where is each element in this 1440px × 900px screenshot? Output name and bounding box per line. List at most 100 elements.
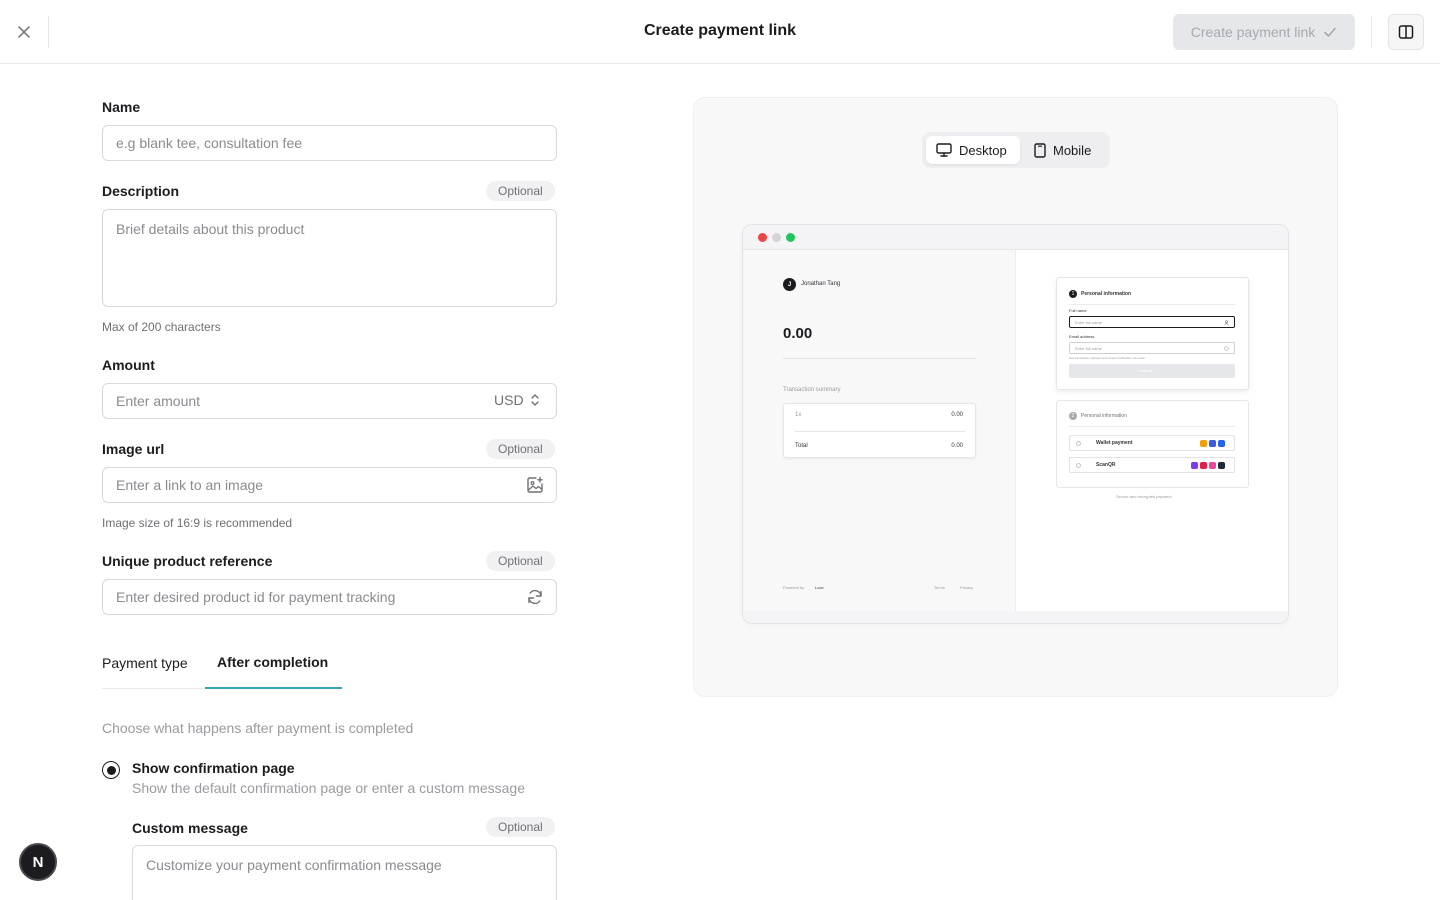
description-textarea[interactable] bbox=[102, 209, 557, 307]
window-close-dot bbox=[758, 233, 767, 242]
custom-message-label: Custom message bbox=[132, 820, 248, 836]
continue-label: Continue → bbox=[1137, 368, 1159, 373]
image-url-label: Image url bbox=[102, 441, 165, 457]
checkout-preview-browser: J Jonathan Tang 0.00 Transaction summary… bbox=[742, 224, 1289, 624]
create-payment-link-button[interactable]: Create payment link bbox=[1173, 14, 1355, 50]
monitor-icon bbox=[936, 143, 952, 157]
mail-icon bbox=[1224, 346, 1229, 351]
checkout-form-pane: 1 Personal information Full name Enter f… bbox=[1016, 250, 1288, 611]
confirmation-option-description: Show the default confirmation page or en… bbox=[132, 780, 525, 796]
header-divider bbox=[1371, 16, 1372, 48]
top-bar: Create payment link Create payment link bbox=[0, 0, 1440, 64]
currency-value: USD bbox=[494, 392, 524, 408]
browser-toolbar bbox=[743, 225, 1288, 250]
checkout-amount: 0.00 bbox=[783, 325, 813, 342]
scanqr-label: ScanQR bbox=[1096, 462, 1116, 468]
divider bbox=[1069, 304, 1235, 305]
optional-badge: Optional bbox=[486, 439, 555, 459]
divider bbox=[795, 431, 965, 432]
image-url-hint: Image size of 16:9 is recommended bbox=[102, 516, 293, 530]
scanqr-option: ScanQR bbox=[1069, 457, 1235, 473]
checkout-summary-pane: J Jonathan Tang 0.00 Transaction summary… bbox=[743, 250, 1016, 611]
ledger-icon bbox=[1218, 462, 1225, 469]
product-reference-input[interactable] bbox=[102, 579, 557, 615]
user-icon bbox=[1224, 320, 1229, 325]
wallet-label: Wallet payment bbox=[1096, 440, 1133, 446]
product-reference-label: Unique product reference bbox=[102, 553, 273, 569]
image-plus-icon bbox=[527, 476, 543, 493]
summary-title: Transaction summary bbox=[783, 387, 841, 393]
full-name-label: Full name bbox=[1069, 308, 1087, 313]
tab-payment-type[interactable]: Payment type bbox=[102, 655, 188, 671]
wallet-payment-option: Wallet payment bbox=[1069, 435, 1235, 451]
full-name-placeholder: Enter full name bbox=[1075, 320, 1102, 325]
coinbase-icon bbox=[1218, 440, 1225, 447]
step-number: 2 bbox=[1069, 412, 1077, 420]
device-toggle: Desktop Mobile bbox=[922, 132, 1110, 168]
rainbow-icon bbox=[1209, 462, 1216, 469]
divider bbox=[1069, 426, 1235, 427]
powered-by-label: Powered by bbox=[783, 585, 805, 590]
brand-logo: Loox bbox=[815, 585, 824, 590]
show-confirmation-radio[interactable] bbox=[102, 761, 120, 779]
confirmation-option-title: Show confirmation page bbox=[132, 760, 295, 776]
radio-empty bbox=[1076, 463, 1081, 468]
amount-label: Amount bbox=[102, 357, 155, 373]
generate-reference-button[interactable] bbox=[524, 586, 546, 608]
line-amount: 0.00 bbox=[951, 412, 963, 418]
create-button-label: Create payment link bbox=[1190, 24, 1316, 40]
window-maximize-dot bbox=[786, 233, 795, 242]
optional-badge: Optional bbox=[486, 551, 555, 571]
image-url-input[interactable] bbox=[102, 467, 557, 503]
currency-select[interactable]: USD bbox=[494, 392, 540, 408]
description-label: Description bbox=[102, 183, 180, 199]
custom-message-textarea[interactable] bbox=[132, 845, 557, 900]
mobile-toggle-button[interactable]: Mobile bbox=[1024, 136, 1106, 164]
phone-icon bbox=[1034, 142, 1046, 158]
optional-badge: Optional bbox=[486, 181, 555, 201]
radio-selected-dot bbox=[106, 765, 116, 775]
sidebar-panel-icon bbox=[1398, 25, 1414, 39]
check-icon bbox=[1324, 27, 1337, 37]
email-label: Email address bbox=[1069, 334, 1095, 339]
phantom-icon bbox=[1191, 462, 1198, 469]
wallet-icon bbox=[1209, 440, 1216, 447]
merchant-avatar: J bbox=[783, 278, 796, 291]
chevron-up-down-icon bbox=[530, 394, 539, 406]
add-image-button[interactable] bbox=[524, 474, 546, 496]
mobile-label: Mobile bbox=[1053, 142, 1092, 158]
name-label: Name bbox=[102, 99, 141, 115]
metamask-icon bbox=[1200, 440, 1207, 447]
summary-card: 1x 0.00 Total 0.00 bbox=[783, 403, 976, 458]
secure-note: Secure and encrypted payment bbox=[1116, 494, 1172, 499]
line-qty: 1x bbox=[795, 412, 802, 418]
terms-link: Terms bbox=[934, 585, 945, 590]
payment-method-card: 2 Personal information Wallet payment Sc… bbox=[1056, 400, 1249, 488]
active-tab-indicator bbox=[205, 687, 342, 689]
optional-badge: Optional bbox=[486, 817, 555, 837]
merchant-name: Jonathan Tang bbox=[801, 281, 841, 287]
browser-footer bbox=[743, 611, 1288, 623]
continue-button: Continue → bbox=[1069, 364, 1235, 378]
avatar-button[interactable]: N bbox=[19, 843, 57, 881]
refresh-icon bbox=[528, 589, 542, 605]
step-number: 1 bbox=[1069, 290, 1077, 298]
divider bbox=[783, 358, 976, 359]
personal-info-card: 1 Personal information Full name Enter f… bbox=[1056, 277, 1249, 390]
total-amount: 0.00 bbox=[951, 443, 963, 449]
desktop-label: Desktop bbox=[959, 142, 1007, 158]
window-minimize-dot bbox=[772, 233, 781, 242]
privacy-link: Privacy bbox=[960, 585, 974, 590]
amount-input[interactable] bbox=[102, 383, 557, 419]
after-completion-description: Choose what happens after payment is com… bbox=[102, 720, 414, 736]
tab-after-completion[interactable]: After completion bbox=[217, 654, 328, 670]
step-title: Personal information bbox=[1081, 413, 1127, 419]
desktop-toggle-button[interactable]: Desktop bbox=[926, 136, 1020, 164]
email-field: Enter full name bbox=[1069, 342, 1235, 354]
full-name-field: Enter full name bbox=[1069, 316, 1235, 328]
trust-icon bbox=[1200, 462, 1207, 469]
email-placeholder: Enter full name bbox=[1075, 346, 1102, 351]
description-hint: Max of 200 characters bbox=[102, 320, 221, 334]
toggle-preview-panel-button[interactable] bbox=[1388, 14, 1424, 50]
name-input[interactable] bbox=[102, 125, 557, 161]
